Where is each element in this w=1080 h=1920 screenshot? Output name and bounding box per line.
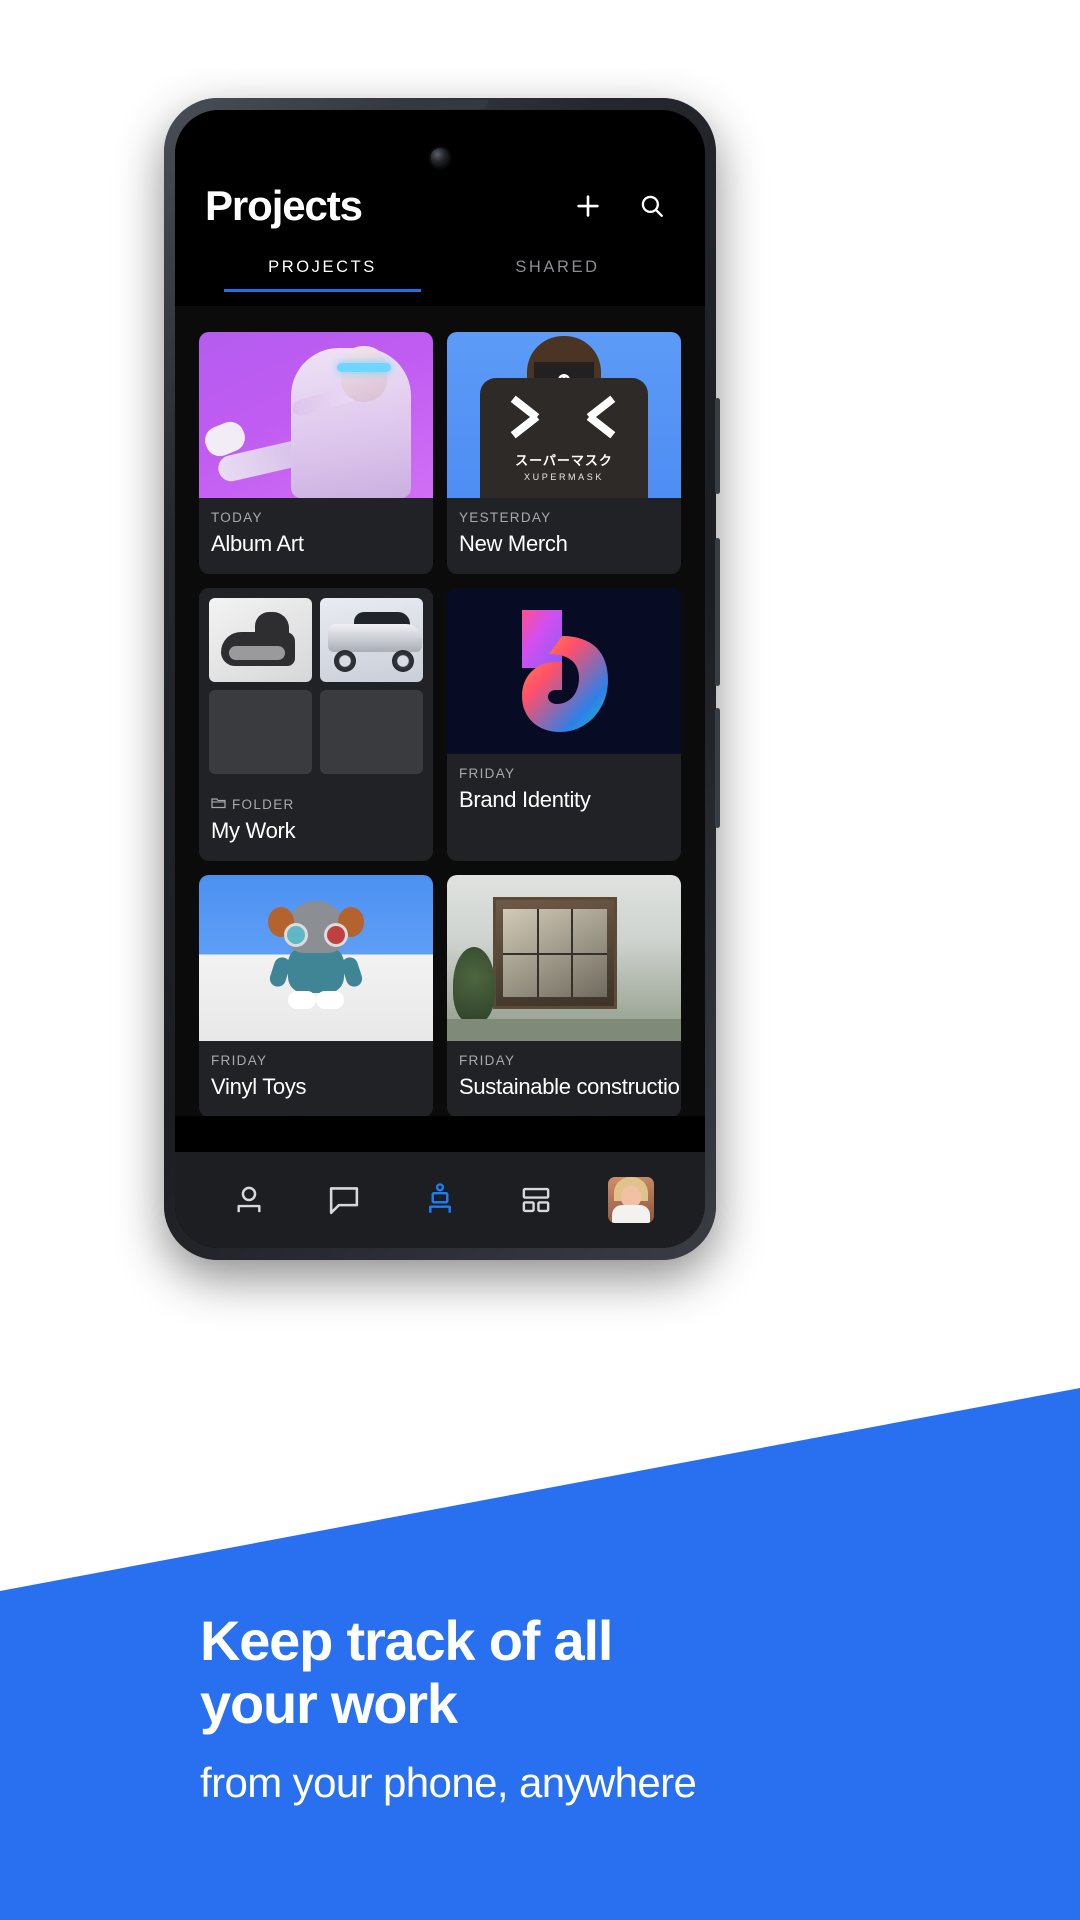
card-meta: YESTERDAY New Merch xyxy=(447,498,681,574)
card-meta: FOLDER My Work xyxy=(199,784,433,861)
side-button-volume-down[interactable] xyxy=(715,538,720,686)
folder-item-shoe xyxy=(209,598,312,682)
tab-projects-indicator-wrap xyxy=(223,289,422,292)
tab-shared[interactable]: SHARED xyxy=(440,258,675,306)
card-kicker: FRIDAY xyxy=(459,766,516,781)
folder-item-car xyxy=(320,598,423,682)
tab-active-indicator xyxy=(223,289,422,292)
album-art-thumbnail xyxy=(199,332,433,498)
nav-item-boards[interactable] xyxy=(510,1174,562,1226)
projects-icon xyxy=(429,1183,451,1213)
avatar xyxy=(608,1177,655,1223)
search-icon xyxy=(641,195,663,217)
folder-preview-grid xyxy=(199,588,433,784)
phone-screen: Projects PROJECTS SHARED TODAY Album Art… xyxy=(175,110,705,1248)
side-button-volume-up[interactable] xyxy=(715,398,720,494)
projects-grid: TODAY Album Art ✕ スーパーマスク XUPERMASK xyxy=(199,332,681,1116)
app-header: Projects PROJECTS SHARED xyxy=(175,110,705,306)
merch-japanese-text: スーパーマスク xyxy=(515,453,613,468)
card-kicker: FRIDAY xyxy=(459,1053,516,1068)
header-actions xyxy=(571,189,675,223)
tab-bar: PROJECTS SHARED xyxy=(205,258,675,306)
promo-headline: Keep track of all your work xyxy=(200,1609,613,1735)
projects-grid-scroll[interactable]: TODAY Album Art ✕ スーパーマスク XUPERMASK xyxy=(175,306,705,1116)
card-kicker: TODAY xyxy=(211,510,263,525)
brand-identity-thumbnail xyxy=(447,588,681,754)
side-button-power[interactable] xyxy=(715,708,720,828)
folder-card[interactable]: FOLDER My Work xyxy=(199,588,433,861)
folder-kicker-label: FOLDER xyxy=(232,796,295,812)
promo-text-block: Keep track of all your work from your ph… xyxy=(200,1609,697,1807)
tab-inactive-indicator xyxy=(459,289,656,292)
sustainable-construction-thumbnail xyxy=(447,875,681,1041)
card-meta: FRIDAY Brand Identity xyxy=(447,754,681,830)
card-kicker: FOLDER xyxy=(211,796,421,812)
card-title: Sustainable construction xyxy=(459,1074,681,1099)
card-meta: TODAY Album Art xyxy=(199,498,433,574)
project-card[interactable]: FRIDAY Sustainable construction xyxy=(447,875,681,1116)
project-card[interactable]: ✕ スーパーマスク XUPERMASK YESTERDAY New Merch xyxy=(447,332,681,574)
new-merch-thumbnail: ✕ スーパーマスク XUPERMASK xyxy=(447,332,681,498)
plus-icon xyxy=(577,195,599,217)
project-card[interactable]: FRIDAY Brand Identity xyxy=(447,588,681,861)
project-card[interactable]: FRIDAY Vinyl Toys xyxy=(199,875,433,1116)
chat-bubble-icon xyxy=(330,1187,359,1215)
screenshot-root: Keep track of all your work from your ph… xyxy=(0,0,1080,1920)
tab-projects[interactable]: PROJECTS xyxy=(205,258,440,306)
folder-item-empty xyxy=(320,690,423,774)
nav-item-projects[interactable] xyxy=(414,1174,466,1226)
card-kicker: FRIDAY xyxy=(211,1053,268,1068)
vinyl-toys-thumbnail xyxy=(199,875,433,1041)
header-row: Projects xyxy=(205,182,675,230)
nav-item-profile[interactable] xyxy=(223,1174,275,1226)
project-card[interactable]: TODAY Album Art xyxy=(199,332,433,574)
tab-shared-label: SHARED xyxy=(515,258,600,276)
search-button[interactable] xyxy=(635,189,669,223)
tab-shared-indicator-wrap xyxy=(459,289,656,292)
card-title: New Merch xyxy=(459,531,568,556)
earpiece-speaker xyxy=(392,100,488,109)
card-title: Vinyl Toys xyxy=(211,1074,307,1099)
card-kicker: YESTERDAY xyxy=(459,510,552,525)
add-button[interactable] xyxy=(571,189,605,223)
nav-item-messages[interactable] xyxy=(318,1174,370,1226)
folder-icon xyxy=(211,796,226,812)
merch-brand-text: XUPERMASK xyxy=(524,472,604,482)
card-title: Brand Identity xyxy=(459,787,591,812)
card-meta: FRIDAY Sustainable construction xyxy=(447,1041,681,1116)
page-title: Projects xyxy=(205,182,363,229)
brand-logo-glyph xyxy=(522,610,608,732)
card-title: My Work xyxy=(211,818,296,843)
phone-device: Projects PROJECTS SHARED TODAY Album Art… xyxy=(164,98,720,1260)
nav-item-account[interactable] xyxy=(605,1174,657,1226)
card-meta: FRIDAY Vinyl Toys xyxy=(199,1041,433,1116)
folder-item-empty xyxy=(209,690,312,774)
promo-subhead: from your phone, anywhere xyxy=(200,1759,697,1807)
front-camera xyxy=(430,148,450,167)
tab-projects-label: PROJECTS xyxy=(268,258,377,276)
person-icon xyxy=(237,1186,261,1213)
grid-layout-icon xyxy=(522,1187,549,1213)
toy-figure xyxy=(267,901,365,1009)
card-title: Album Art xyxy=(211,531,304,556)
bottom-navigation-bar xyxy=(175,1152,705,1248)
